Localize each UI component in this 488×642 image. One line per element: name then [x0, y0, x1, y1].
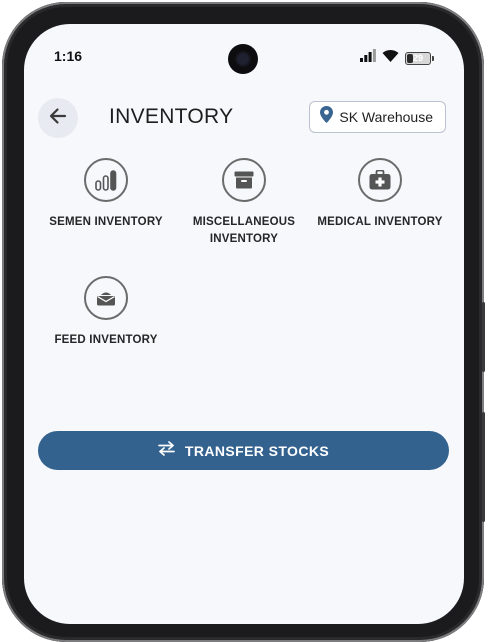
tile-label: FEED INVENTORY — [54, 334, 158, 346]
tile-label: MISCELLANEOUS INVENTORY — [192, 216, 296, 245]
status-bar: 1:16 29 — [24, 24, 464, 80]
side-button — [482, 412, 485, 522]
transfer-stocks-button[interactable]: TRANSFER STOCKS — [38, 431, 449, 470]
app-header: INVENTORY SK Warehouse — [24, 94, 464, 144]
phone-frame: 1:16 29 INVENTORY SK Warehouse SEMEN INV… — [2, 2, 485, 642]
tile-miscellaneous-inventory[interactable]: MISCELLANEOUS INVENTORY — [174, 158, 314, 248]
back-button[interactable] — [38, 98, 78, 138]
bar-chart-icon — [84, 158, 128, 202]
tile-medical-inventory[interactable]: MEDICAL INVENTORY — [310, 158, 450, 231]
front-camera — [228, 44, 258, 74]
arrow-left-icon — [48, 106, 68, 131]
archive-box-icon — [222, 158, 266, 202]
tile-label: SEMEN INVENTORY — [49, 216, 163, 228]
side-button — [482, 302, 485, 372]
map-pin-icon — [320, 106, 334, 128]
page-title: INVENTORY — [109, 105, 234, 128]
battery-level: 29 — [412, 53, 423, 63]
warehouse-selector[interactable]: SK Warehouse — [309, 101, 446, 133]
status-time: 1:16 — [54, 48, 83, 64]
battery-icon: 29 — [405, 51, 431, 65]
battery-cap — [432, 55, 434, 61]
medical-kit-icon — [358, 158, 402, 202]
tile-label: MEDICAL INVENTORY — [317, 216, 443, 228]
wifi-icon — [382, 49, 399, 67]
app-screen: 1:16 29 INVENTORY SK Warehouse SEMEN INV… — [24, 24, 464, 624]
feed-tray-icon — [84, 276, 128, 320]
warehouse-label: SK Warehouse — [339, 109, 433, 125]
signal-icon — [360, 49, 376, 67]
status-icons: 29 — [360, 49, 434, 67]
swap-horizontal-icon — [158, 440, 175, 461]
tile-feed-inventory[interactable]: FEED INVENTORY — [36, 276, 176, 349]
transfer-stocks-label: TRANSFER STOCKS — [184, 442, 330, 459]
tile-semen-inventory[interactable]: SEMEN INVENTORY — [36, 158, 176, 231]
